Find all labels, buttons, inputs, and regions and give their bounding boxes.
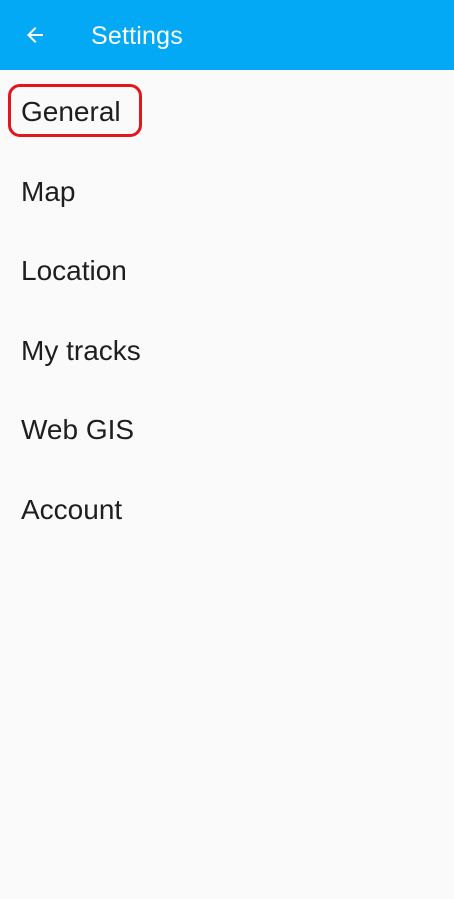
settings-item-account[interactable]: Account	[0, 470, 454, 550]
settings-item-label: Location	[21, 255, 127, 286]
settings-list: General Map Location My tracks Web GIS A…	[0, 72, 454, 549]
settings-item-location[interactable]: Location	[0, 231, 454, 311]
arrow-back-icon	[27, 27, 43, 43]
settings-item-label: Account	[21, 493, 123, 525]
settings-item-map[interactable]: Map	[0, 152, 454, 232]
settings-item-label: Web GIS	[21, 414, 135, 445]
settings-item-label: My tracks	[21, 334, 141, 366]
settings-item-web-gis[interactable]: Web GIS	[0, 390, 454, 470]
settings-item-my-tracks[interactable]: My tracks	[0, 311, 454, 391]
settings-item-general[interactable]: General	[0, 72, 454, 152]
settings-item-label: General	[21, 96, 121, 127]
back-button[interactable]	[14, 14, 56, 56]
app-bar: Settings	[0, 0, 454, 70]
page-title: Settings	[91, 22, 183, 50]
settings-item-label: Map	[21, 175, 76, 207]
